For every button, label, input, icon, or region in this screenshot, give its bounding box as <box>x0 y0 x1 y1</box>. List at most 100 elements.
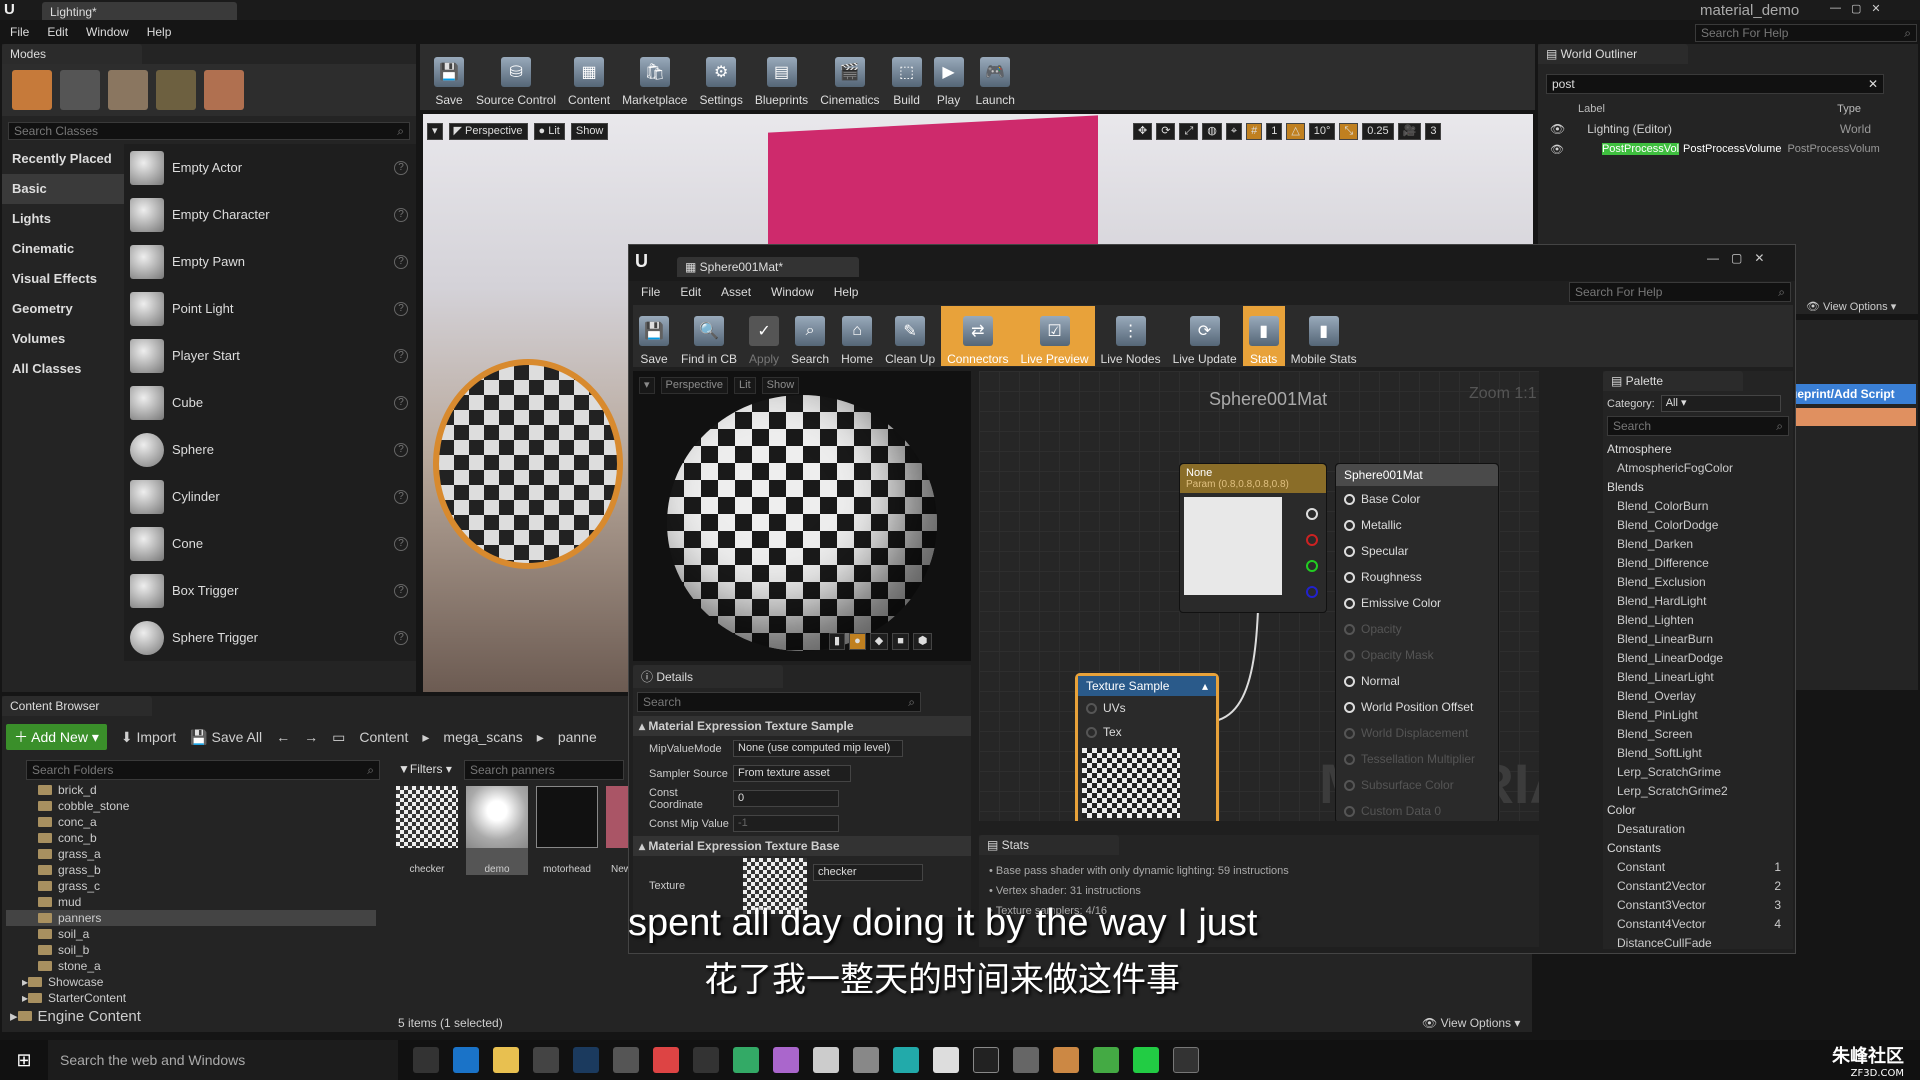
menu-edit[interactable]: Edit <box>47 25 68 39</box>
lit-button[interactable]: ● Lit <box>533 122 565 140</box>
palette-item[interactable]: Blend_ColorBurn <box>1603 497 1793 516</box>
category-volumes[interactable]: Volumes <box>2 324 124 354</box>
close-icon[interactable]: ✕ <box>1871 2 1880 15</box>
live-preview-button[interactable]: ☑ Live Preview <box>1014 306 1095 366</box>
category-cinematic[interactable]: Cinematic <box>2 234 124 264</box>
pin-normal[interactable]: Normal <box>1336 668 1498 694</box>
folder-item[interactable]: grass_c <box>6 878 376 894</box>
folder-item[interactable]: brick_d <box>6 782 376 798</box>
mobile-stats-button[interactable]: ▮ Mobile Stats <box>1285 306 1363 366</box>
save-all-button[interactable]: 💾 Save All <box>190 729 262 746</box>
item-point-light[interactable]: Point Light? <box>124 285 416 332</box>
forward-arrow-icon[interactable]: → <box>304 729 318 745</box>
folder-item[interactable]: mud <box>6 894 376 910</box>
mat-menu-window[interactable]: Window <box>771 285 814 299</box>
asset-checker[interactable]: checker <box>396 786 458 875</box>
palette-item[interactable]: Blend_Difference <box>1603 554 1793 573</box>
itunes-icon[interactable] <box>773 1047 799 1073</box>
connectors-button[interactable]: ⇄ Connectors <box>941 306 1015 366</box>
item-empty-actor[interactable]: Empty Actor? <box>124 144 416 191</box>
eye-icon[interactable]: 👁 <box>1550 122 1565 136</box>
outliner-search[interactable]: post ✕ <box>1546 74 1884 94</box>
outliner-view-options[interactable]: 👁 View Options ▾ <box>1806 300 1896 313</box>
palette-item[interactable]: Blend_Lighten <box>1603 611 1793 630</box>
folder-item[interactable]: soil_b <box>6 942 376 958</box>
palette-item[interactable]: Blend_PinLight <box>1603 706 1793 725</box>
epic-launcher-icon[interactable] <box>693 1047 719 1073</box>
palette-item[interactable]: Constant2Vector 2 <box>1603 877 1793 896</box>
find-in-cb-button[interactable]: 🔍 Find in CB <box>675 306 743 366</box>
category-all-classes[interactable]: All Classes <box>2 354 124 384</box>
palette-item[interactable]: Blend_Screen <box>1603 725 1793 744</box>
preview-options-button[interactable]: ▾ <box>639 377 655 394</box>
app-icon[interactable] <box>1013 1047 1039 1073</box>
photoshop-icon[interactable] <box>573 1047 599 1073</box>
item-cylinder[interactable]: Cylinder? <box>124 473 416 520</box>
rotation-snap-value[interactable]: 10° <box>1308 122 1336 140</box>
sphere-shape-icon[interactable]: ● <box>849 633 866 650</box>
clear-search-icon[interactable]: ✕ <box>1868 77 1878 91</box>
folder-starter[interactable]: ▸ StarterContent <box>6 990 376 1006</box>
mat-menu-edit[interactable]: Edit <box>680 285 701 299</box>
clean-up-button[interactable]: ✎ Clean Up <box>879 306 941 366</box>
build-button[interactable]: ⬚ Build <box>886 47 928 107</box>
eye-icon[interactable]: 👁 <box>1550 143 1564 156</box>
stats-tab[interactable]: ▤ Stats <box>979 835 1119 855</box>
translate-icon[interactable]: ✥ <box>1133 122 1153 140</box>
palette-item[interactable]: Blend_Overlay <box>1603 687 1793 706</box>
home-button[interactable]: ⌂ Home <box>835 306 879 366</box>
help-icon[interactable]: ? <box>394 442 408 457</box>
palette-item[interactable]: Constant4Vector 4 <box>1603 915 1793 934</box>
app-icon[interactable] <box>853 1047 879 1073</box>
search-classes-input[interactable]: Search Classes ⌕ <box>8 122 410 140</box>
palette-group-atmosphere[interactable]: Atmosphere <box>1603 440 1793 459</box>
folder-item[interactable]: grass_a <box>6 846 376 862</box>
windows-start-icon[interactable]: ⊞ <box>0 1050 48 1071</box>
item-cube[interactable]: Cube? <box>124 379 416 426</box>
camera-speed-value[interactable]: 3 <box>1425 122 1442 140</box>
palette-item[interactable]: Blend_HardLight <box>1603 592 1793 611</box>
maximize-icon[interactable]: ▢ <box>1851 2 1861 15</box>
landscape-mode-icon[interactable] <box>108 70 148 110</box>
texture-sample-node[interactable]: Texture Sample ▴ UVs Tex <box>1075 673 1219 821</box>
palette-item[interactable]: Blend_ColorDodge <box>1603 516 1793 535</box>
pin-base-color[interactable]: Base Color <box>1336 486 1498 512</box>
search-button[interactable]: ⌕ Search <box>785 306 835 366</box>
palette-item[interactable]: Blend_LinearBurn <box>1603 630 1793 649</box>
add-new-button[interactable]: ＋ Add New ▾ <box>6 724 107 750</box>
menu-file[interactable]: File <box>10 25 29 39</box>
palette-item[interactable]: Constant 1 <box>1603 858 1793 877</box>
unreal-logo-icon[interactable]: U <box>4 1 22 19</box>
palette-item[interactable]: Lerp_ScratchGrime2 <box>1603 782 1793 801</box>
menu-window[interactable]: Window <box>86 25 129 39</box>
calculator-icon[interactable] <box>1173 1047 1199 1073</box>
material-tab[interactable]: ▦ Sphere001Mat* <box>677 257 859 277</box>
details-section-texture-sample[interactable]: ▴ Material Expression Texture Sample <box>633 716 971 736</box>
palette-item[interactable]: Blend_SoftLight <box>1603 744 1793 763</box>
modes-tab[interactable]: Modes <box>2 44 142 64</box>
pin-specular[interactable]: Specular <box>1336 538 1498 564</box>
preview-perspective-button[interactable]: Perspective <box>660 377 729 394</box>
const-coordinate-input[interactable]: 0 <box>733 790 839 807</box>
details-search[interactable]: Search ⌕ <box>637 692 921 712</box>
palette-group-constants[interactable]: Constants <box>1603 839 1793 858</box>
sampler-source-dropdown[interactable]: From texture asset <box>733 765 851 782</box>
category-recently-placed[interactable]: Recently Placed <box>2 144 124 174</box>
rotation-snap-icon[interactable]: △ <box>1286 122 1305 140</box>
search-folders-input[interactable]: Search Folders ⌕ <box>26 760 380 780</box>
pin-r[interactable] <box>1306 534 1318 546</box>
palette-tab[interactable]: ▤ Palette <box>1603 371 1743 391</box>
category-lights[interactable]: Lights <box>2 204 124 234</box>
app-icon[interactable] <box>933 1047 959 1073</box>
preview-show-button[interactable]: Show <box>761 377 800 394</box>
col-type[interactable]: Type <box>1837 103 1861 115</box>
path-panners[interactable]: panne <box>558 729 597 745</box>
help-icon[interactable]: ? <box>394 301 408 316</box>
folder-showcase[interactable]: ▸ Showcase <box>6 974 376 990</box>
apply-button[interactable]: ✓ Apply <box>743 306 785 366</box>
palette-item[interactable]: Blend_Darken <box>1603 535 1793 554</box>
palette-item[interactable]: Lerp_ScratchGrime <box>1603 763 1793 782</box>
pin-uvs[interactable]: UVs <box>1078 696 1216 720</box>
folder-item[interactable]: conc_b <box>6 830 376 846</box>
grid-snap-icon[interactable]: # <box>1246 122 1263 140</box>
